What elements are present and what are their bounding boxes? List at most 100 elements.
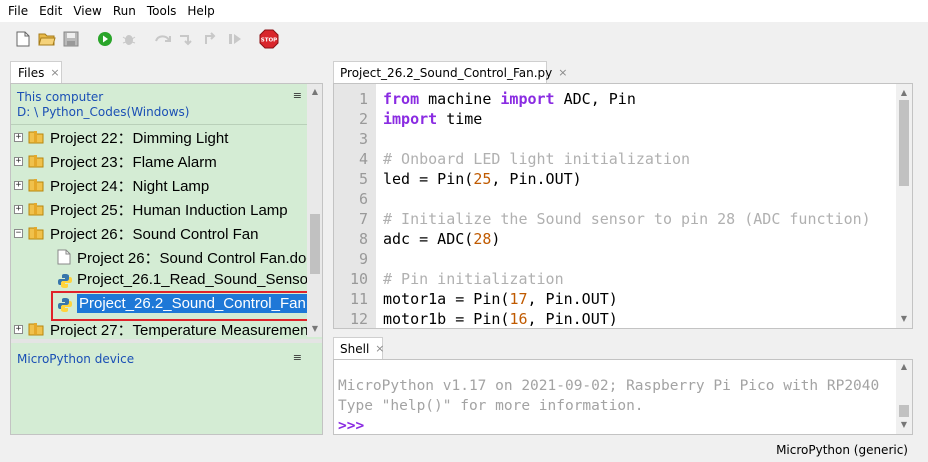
code-text: # Initialize the Sound sensor to pin 28 … <box>383 209 871 229</box>
save-icon[interactable] <box>60 28 82 50</box>
tree-folder[interactable]: + Project 24：Night Lamp <box>11 173 307 197</box>
code-line[interactable]: 1 from machine import ADC, Pin <box>334 89 894 109</box>
tree-folder[interactable]: − Project 26：Sound Control Fan <box>11 221 307 245</box>
code-line[interactable]: 4 # Onboard LED light initialization <box>334 149 894 169</box>
files-scrollbar[interactable]: ▲ ▼ <box>307 84 322 337</box>
tree-file[interactable]: Project_26.1_Read_Sound_Sensor_Ar <box>11 269 307 293</box>
code-line[interactable]: 10 # Pin initialization <box>334 269 894 289</box>
code-line[interactable]: 11 motor1a = Pin(17, Pin.OUT) <box>334 289 894 309</box>
computer-section-title: This computer <box>17 90 104 104</box>
expand-icon[interactable]: + <box>14 325 23 334</box>
editor-scroll-thumb[interactable] <box>899 100 909 186</box>
tree-item-label: Project_26.1_Read_Sound_Sensor_Ar <box>77 271 307 288</box>
close-icon[interactable]: × <box>375 342 384 355</box>
code-keyword: import <box>500 90 555 108</box>
menu-bar: File Edit View Run Tools Help <box>0 0 928 22</box>
folder-icon <box>28 225 44 241</box>
code-editor[interactable]: 1 from machine import ADC, Pin 2 import tim… <box>333 83 913 329</box>
shell-help-hint: Type "help()" for more information. <box>338 398 644 414</box>
expand-icon[interactable]: + <box>14 157 23 166</box>
code-text: led = Pin(25, Pin.OUT) <box>383 169 582 189</box>
menu-help[interactable]: Help <box>183 0 221 22</box>
code-text: # Onboard LED light initialization <box>383 149 690 169</box>
tree-folder[interactable]: + Project 25：Human Induction Lamp <box>11 197 307 221</box>
code-comment: # Onboard LED light initialization <box>383 150 691 168</box>
code-line[interactable]: 3 <box>334 129 894 149</box>
step-into-icon[interactable] <box>176 28 198 50</box>
code-token: , Pin.OUT) <box>527 290 618 308</box>
stop-icon[interactable]: STOP <box>258 28 280 50</box>
device-menu-icon[interactable]: ≡ <box>293 351 302 364</box>
code-line[interactable]: 12 motor1b = Pin(16, Pin.OUT) <box>334 309 894 328</box>
debug-icon[interactable] <box>118 28 140 50</box>
code-token: ADC, Pin <box>554 90 636 108</box>
files-panel: This computer D: \ Python_Codes(Windows)… <box>10 83 323 435</box>
code-line[interactable]: 9 <box>334 249 894 269</box>
computer-menu-icon[interactable]: ≡ <box>293 89 302 102</box>
run-icon[interactable] <box>94 28 116 50</box>
shell-scrollbar[interactable]: ▲ ▼ <box>896 360 912 434</box>
line-number: 8 <box>358 230 368 248</box>
step-over-icon[interactable] <box>152 28 174 50</box>
code-token: adc = ADC( <box>383 230 474 248</box>
code-comment: # Initialize the Sound sensor to pin 28 … <box>383 210 871 228</box>
code-line[interactable]: 7 # Initialize the Sound sensor to pin 28… <box>334 209 894 229</box>
menu-view[interactable]: View <box>69 0 108 22</box>
tree-item-label: Project 27：Temperature Measurement <box>50 322 307 337</box>
code-number: 17 <box>509 290 528 308</box>
code-keyword: from <box>383 90 420 108</box>
code-text: adc = ADC(28) <box>383 229 500 249</box>
document-icon <box>57 249 73 265</box>
panel-divider <box>11 339 322 343</box>
code-text: import time <box>383 109 482 129</box>
tree-folder[interactable]: + Project 22：Dimming Light <box>11 125 307 149</box>
tab-shell[interactable]: Shell × <box>333 337 385 359</box>
close-icon[interactable]: × <box>50 66 59 79</box>
code-text: # Pin initialization <box>383 269 564 289</box>
code-token: machine <box>419 90 501 108</box>
menu-edit[interactable]: Edit <box>35 0 69 22</box>
code-line[interactable]: 6 <box>334 189 894 209</box>
shell-banner: MicroPython v1.17 on 2021-09-02; Raspber… <box>338 378 880 394</box>
menu-file[interactable]: File <box>4 0 35 22</box>
line-number: 4 <box>358 150 368 168</box>
new-file-icon[interactable] <box>12 28 34 50</box>
code-text: from machine import ADC, Pin <box>383 89 636 109</box>
shell-console[interactable]: MicroPython v1.17 on 2021-09-02; Raspber… <box>333 359 913 435</box>
files-scroll-thumb[interactable] <box>310 214 320 274</box>
line-number: 1 <box>358 90 368 108</box>
shell-prompt[interactable]: >>> <box>338 416 364 434</box>
code-token: led = Pin( <box>383 170 474 188</box>
tree-folder[interactable]: + Project 23：Flame Alarm <box>11 149 307 173</box>
line-number: 5 <box>358 170 368 188</box>
code-line[interactable]: 2 import time <box>334 109 894 129</box>
shell-scroll-thumb[interactable] <box>899 405 909 417</box>
tab-editor-file[interactable]: Project_26.2_Sound_Control_Fan.py × <box>333 61 567 83</box>
menu-run[interactable]: Run <box>109 0 143 22</box>
tab-files[interactable]: Files × <box>10 61 62 83</box>
collapse-icon[interactable]: − <box>14 229 23 238</box>
line-number: 6 <box>358 190 368 208</box>
code-comment: # Pin initialization <box>383 270 564 288</box>
expand-icon[interactable]: + <box>14 205 23 214</box>
expand-icon[interactable]: + <box>14 181 23 190</box>
interpreter-status[interactable]: MicroPython (generic) <box>776 443 908 457</box>
tree-file[interactable]: Project 26：Sound Control Fan.docx <box>11 245 307 269</box>
resume-icon[interactable] <box>224 28 246 50</box>
expand-icon[interactable]: + <box>14 133 23 142</box>
highlight-outline <box>51 291 319 321</box>
code-token: , Pin.OUT) <box>527 310 618 328</box>
code-text: motor1a = Pin(17, Pin.OUT) <box>383 289 618 309</box>
code-token: motor1b = Pin( <box>383 310 510 328</box>
folder-icon <box>28 321 44 337</box>
close-icon[interactable]: × <box>558 66 567 79</box>
device-section-title: MicroPython device <box>17 352 135 366</box>
menu-tools[interactable]: Tools <box>143 0 184 22</box>
open-folder-icon[interactable] <box>36 28 58 50</box>
editor-scrollbar[interactable]: ▲ ▼ <box>896 84 912 328</box>
folder-icon <box>28 201 44 217</box>
code-line[interactable]: 5 led = Pin(25, Pin.OUT) <box>334 169 894 189</box>
code-line[interactable]: 8 adc = ADC(28) <box>334 229 894 249</box>
step-out-icon[interactable] <box>200 28 222 50</box>
code-text: motor1b = Pin(16, Pin.OUT) <box>383 309 618 328</box>
